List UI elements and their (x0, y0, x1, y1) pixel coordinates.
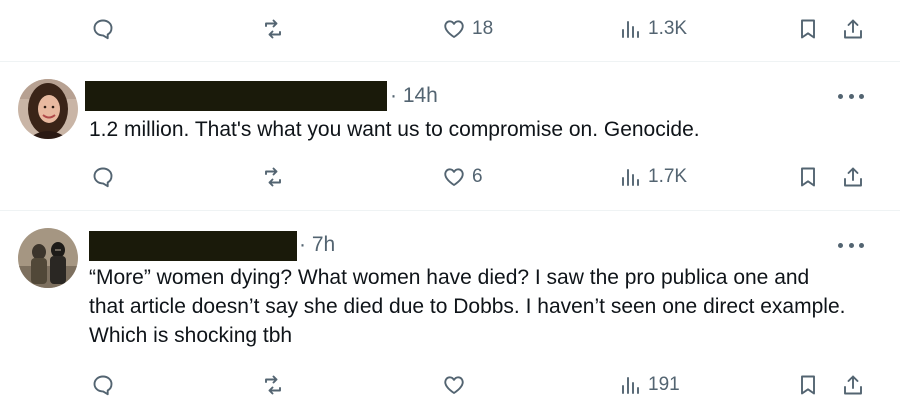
more-icon (838, 242, 843, 248)
reply-icon (93, 167, 113, 188)
view-count: 1.3K (648, 18, 688, 39)
reply-button[interactable] (91, 14, 121, 44)
avatar[interactable] (18, 79, 78, 139)
retweet-button[interactable] (261, 370, 291, 400)
retweet-icon (265, 19, 281, 39)
avatar[interactable] (18, 228, 78, 288)
like-icon (444, 376, 464, 394)
reply-icon (93, 375, 113, 396)
bookmark-button[interactable] (796, 370, 820, 400)
share-icon (844, 375, 862, 395)
action-bar: 191 (0, 370, 900, 400)
bookmark-icon (801, 375, 815, 395)
views-button[interactable]: 191 (618, 370, 680, 400)
share-icon (844, 19, 862, 39)
reply-icon (93, 19, 113, 40)
bookmark-icon (801, 167, 815, 187)
views-icon (622, 21, 639, 38)
views-icon (622, 377, 639, 394)
bookmark-button[interactable] (796, 162, 820, 192)
like-icon (444, 168, 464, 186)
author-name-redacted[interactable] (85, 81, 387, 111)
author-name-redacted[interactable] (89, 231, 297, 261)
action-bar: 6 1.7K (0, 162, 900, 192)
share-button[interactable] (841, 162, 865, 192)
more-icon (838, 93, 843, 99)
reply-button[interactable] (91, 162, 121, 192)
share-icon (844, 167, 862, 187)
tweet-text: 1.2 million. That's what you want us to … (89, 118, 700, 141)
retweet-icon (265, 167, 281, 187)
like-button[interactable]: 6 (442, 162, 483, 192)
views-button[interactable]: 1.3K (618, 14, 687, 44)
retweet-button[interactable] (261, 162, 291, 192)
bookmark-icon (801, 19, 815, 39)
share-button[interactable] (841, 370, 865, 400)
tweet[interactable]: · 7h “More” women dying? What women have… (0, 211, 900, 413)
views-icon (622, 169, 639, 186)
tweet-text: “More” women dying? What women have died… (89, 266, 846, 347)
view-count: 1.7K (648, 166, 688, 187)
share-button[interactable] (841, 14, 865, 44)
like-icon (444, 20, 464, 38)
like-count: 6 (472, 166, 483, 187)
more-button[interactable] (838, 240, 864, 250)
like-button[interactable] (442, 370, 472, 400)
view-count: 191 (648, 374, 680, 395)
tweet-timestamp[interactable]: · 7h (299, 233, 335, 257)
retweet-icon (265, 375, 281, 395)
like-count: 18 (472, 18, 494, 39)
tweet-timestamp[interactable]: · 14h (390, 84, 438, 108)
action-bar-top: 18 1.3K (0, 14, 900, 44)
more-button[interactable] (838, 91, 864, 101)
tweet[interactable]: · 14h 1.2 million. That's what you want … (0, 62, 900, 210)
reply-button[interactable] (91, 370, 121, 400)
retweet-button[interactable] (261, 14, 291, 44)
views-button[interactable]: 1.7K (618, 162, 687, 192)
bookmark-button[interactable] (796, 14, 820, 44)
like-button[interactable]: 18 (442, 14, 493, 44)
